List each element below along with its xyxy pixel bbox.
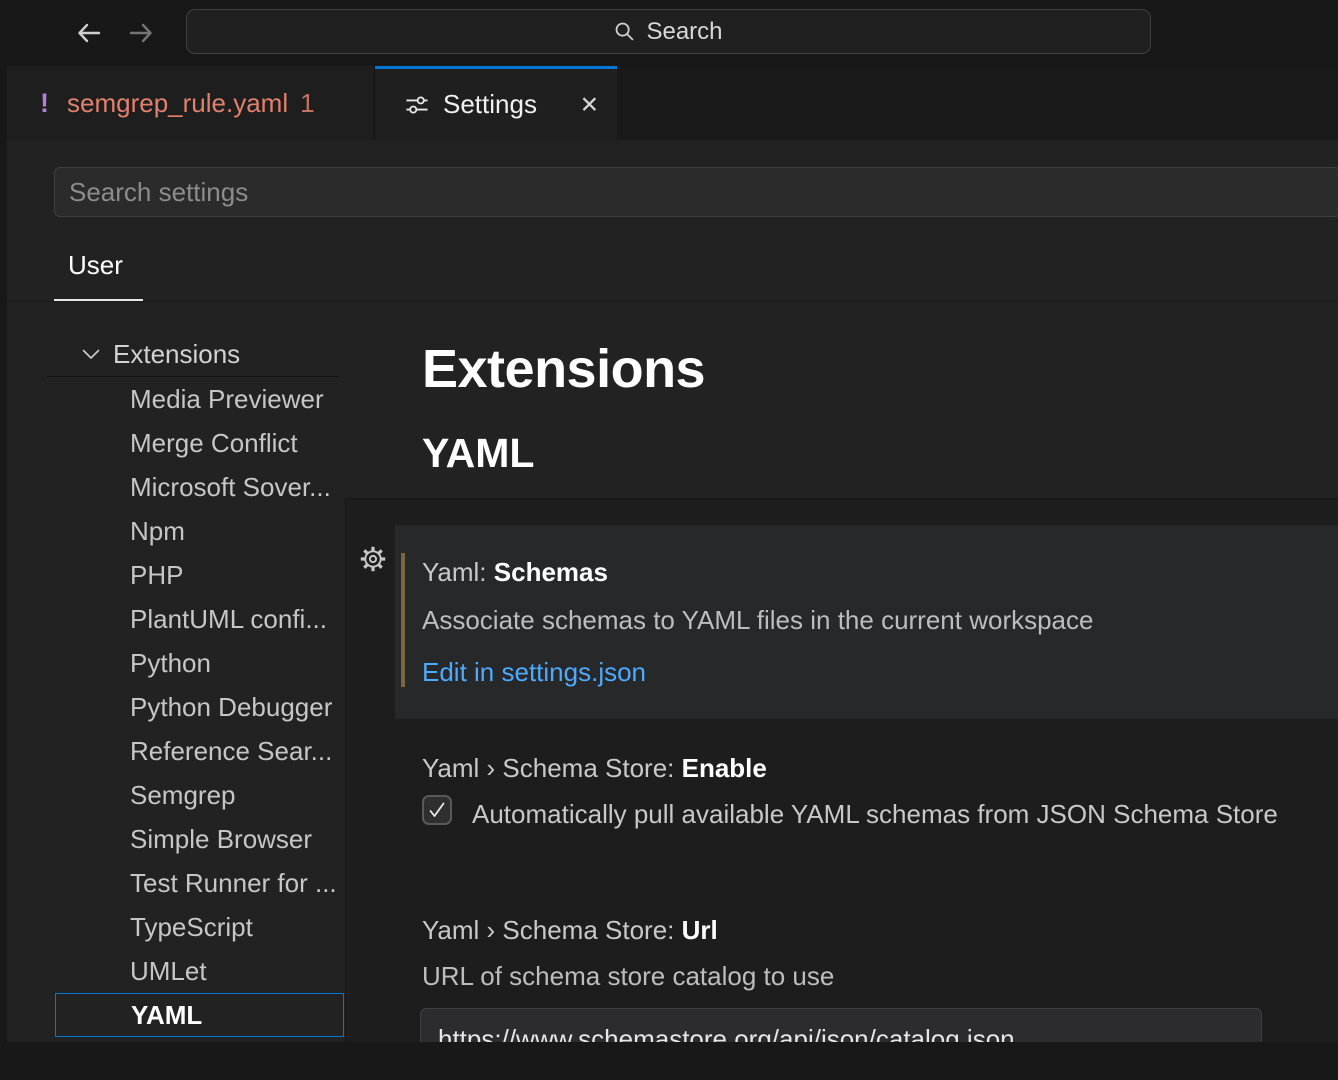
toc-item-python[interactable]: Python (55, 641, 344, 685)
tab-semgrep-rule-yaml[interactable]: ! semgrep_rule.yaml 1 (7, 66, 375, 140)
settings-toc: Extensions Media PreviewerMerge Conflict… (7, 310, 345, 1042)
toc-item-merge-conflict[interactable]: Merge Conflict (55, 421, 344, 465)
toc-items: Media PreviewerMerge ConflictMicrosoft S… (7, 377, 345, 1037)
tab-settings[interactable]: Settings ✕ (375, 66, 617, 140)
search-placeholder: Search (646, 18, 722, 46)
chevron-down-icon (82, 349, 100, 360)
setting-title: Yaml › Schema Store: Url (422, 915, 718, 946)
forward-button[interactable] (126, 18, 156, 48)
setting-row-schema-store-enable: Yaml › Schema Store: Enable Automaticall… (395, 741, 1338, 891)
close-icon[interactable]: ✕ (580, 93, 599, 116)
toc-item-php[interactable]: PHP (55, 553, 344, 597)
toc-item-umlet[interactable]: UMLet (55, 949, 344, 993)
toc-item-semgrep[interactable]: Semgrep (55, 773, 344, 817)
settings-list: Yaml: Schemas Associate schemas to YAML … (345, 498, 1338, 1042)
section-heading: YAML (422, 430, 534, 477)
setting-title: Yaml: Schemas (422, 557, 608, 588)
toc-item-reference-sear[interactable]: Reference Sear... (55, 729, 344, 773)
settings-editor: Search settings User Extensions Media Pr… (7, 140, 1338, 1042)
back-button[interactable] (74, 18, 104, 48)
tab-file-label: semgrep_rule.yaml (67, 88, 288, 119)
toc-item-yaml[interactable]: YAML (55, 993, 344, 1037)
scope-tab-user[interactable]: User (68, 250, 123, 281)
schema-store-enable-checkbox[interactable] (422, 795, 452, 825)
title-bar: Search (0, 0, 1338, 66)
toc-item-simple-browser[interactable]: Simple Browser (55, 817, 344, 861)
setting-description: Associate schemas to YAML files in the c… (422, 605, 1093, 636)
setting-row-yaml-schemas[interactable]: Yaml: Schemas Associate schemas to YAML … (395, 525, 1338, 719)
command-center-search[interactable]: Search (186, 9, 1151, 54)
toc-section-label: Extensions (113, 339, 240, 370)
toc-item-python-debugger[interactable]: Python Debugger (55, 685, 344, 729)
edit-in-settings-json-link[interactable]: Edit in settings.json (422, 657, 646, 688)
toc-item-plantuml-confi[interactable]: PlantUML confi... (55, 597, 344, 641)
toc-item-media-previewer[interactable]: Media Previewer (55, 377, 344, 421)
checkbox-label: Automatically pull available YAML schema… (472, 799, 1278, 830)
settings-search-input[interactable]: Search settings (54, 167, 1338, 217)
toc-item-microsoft-sover[interactable]: Microsoft Sover... (55, 465, 344, 509)
magnifier-icon (614, 21, 635, 42)
sliders-icon (404, 92, 430, 118)
category-heading: Extensions (422, 338, 705, 400)
vscode-window: Search ! semgrep_rule.yaml 1 Settings ✕ … (0, 0, 1338, 1080)
editor-tab-bar: ! semgrep_rule.yaml 1 Settings ✕ (7, 66, 1338, 140)
schema-store-url-input[interactable]: https://www.schemastore.org/api/json/cat… (420, 1008, 1262, 1042)
arrow-right-icon (126, 18, 156, 48)
toc-item-test-runner-for[interactable]: Test Runner for ... (55, 861, 344, 905)
check-icon (427, 800, 447, 820)
tab-settings-label: Settings (443, 89, 537, 120)
tab-file-badge: 1 (300, 88, 314, 119)
toc-item-npm[interactable]: Npm (55, 509, 344, 553)
modified-indicator (401, 553, 405, 687)
setting-title: Yaml › Schema Store: Enable (422, 753, 767, 784)
problem-marker: ! (40, 88, 49, 119)
scope-bar-divider (7, 301, 1338, 302)
setting-description: URL of schema store catalog to use (422, 961, 834, 992)
scope-tab-user-underline (54, 299, 143, 301)
arrow-left-icon (74, 18, 104, 48)
toc-section-extensions[interactable]: Extensions (7, 332, 345, 376)
gear-icon[interactable] (358, 544, 388, 574)
settings-search-placeholder: Search settings (69, 177, 248, 208)
setting-row-schema-store-url: Yaml › Schema Store: Url URL of schema s… (395, 901, 1338, 1042)
toc-item-typescript[interactable]: TypeScript (55, 905, 344, 949)
